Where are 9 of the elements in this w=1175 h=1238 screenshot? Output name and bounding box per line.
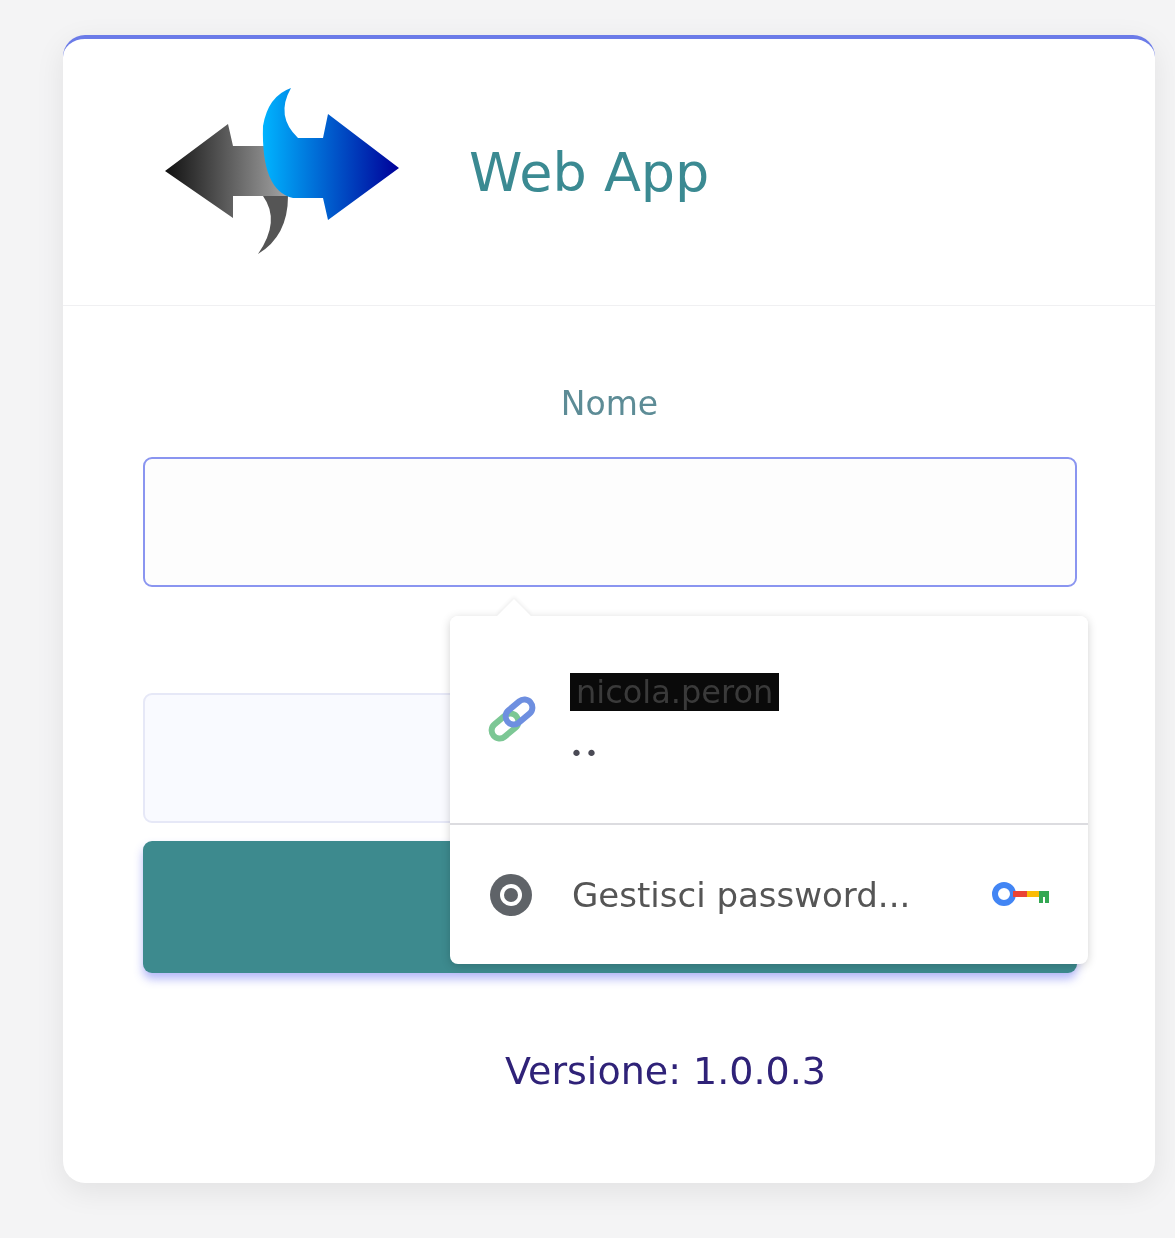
version-text: Versione: 1.0.0.3	[505, 1049, 826, 1093]
browser-icon	[488, 871, 534, 918]
field-label: Nome	[560, 384, 659, 423]
link-icon	[486, 695, 538, 744]
password-mask: ••	[570, 741, 600, 766]
manage-passwords-link[interactable]: Gestisci password...	[572, 874, 954, 915]
input-field[interactable]	[142, 457, 1077, 587]
app-title: Web App	[469, 140, 710, 204]
key-icon	[992, 880, 1050, 909]
